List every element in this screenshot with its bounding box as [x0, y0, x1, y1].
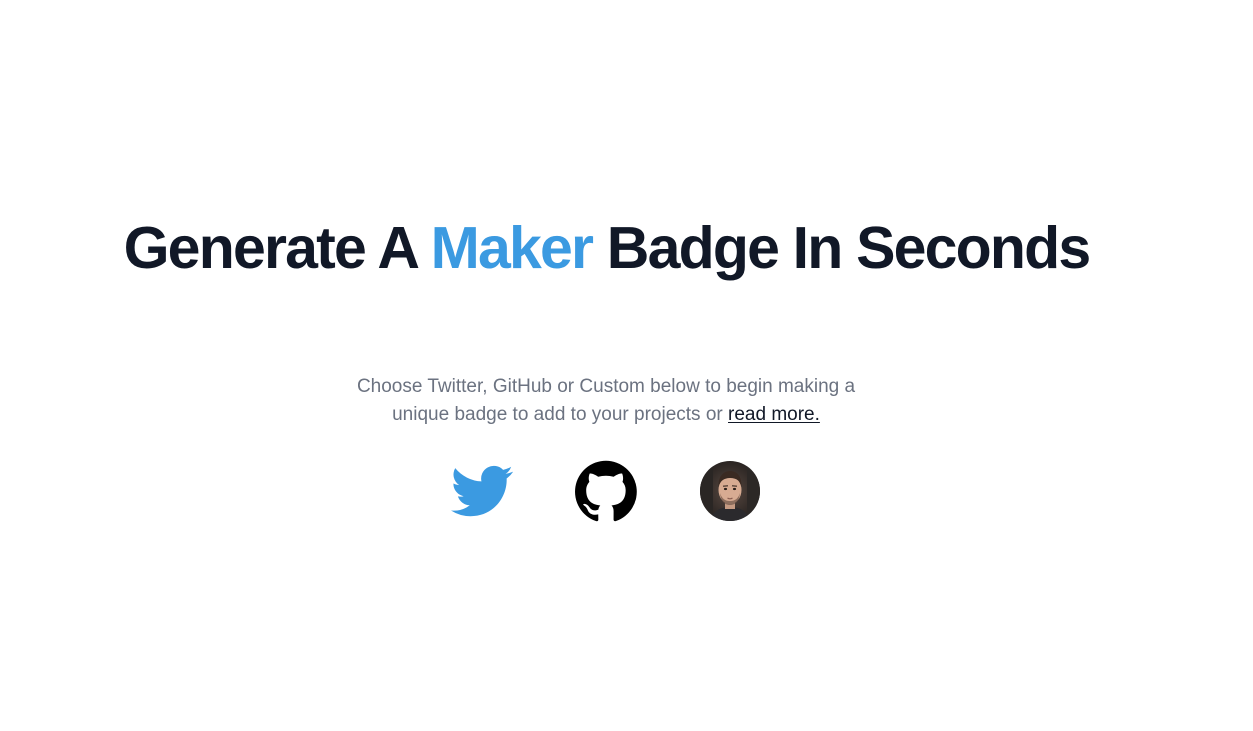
twitter-option-button[interactable] [451, 460, 513, 522]
title-accent-word: Maker [430, 215, 594, 281]
page-subtitle: Choose Twitter, GitHub or Custom below t… [336, 373, 876, 429]
page-title: Generate A Maker Badge In Seconds [0, 218, 1213, 279]
badge-source-options [0, 460, 1213, 524]
title-part-2: Badge In Seconds [592, 215, 1091, 281]
read-more-link[interactable]: read more. [728, 404, 820, 425]
hero-section: Generate A Maker Badge In Seconds Choose… [0, 0, 1213, 731]
github-icon [575, 460, 637, 522]
github-option-button[interactable] [575, 460, 637, 522]
custom-option-button[interactable] [699, 460, 761, 522]
title-part-1: Generate A [123, 215, 431, 281]
twitter-icon [451, 465, 513, 517]
avatar-photo [700, 461, 760, 521]
